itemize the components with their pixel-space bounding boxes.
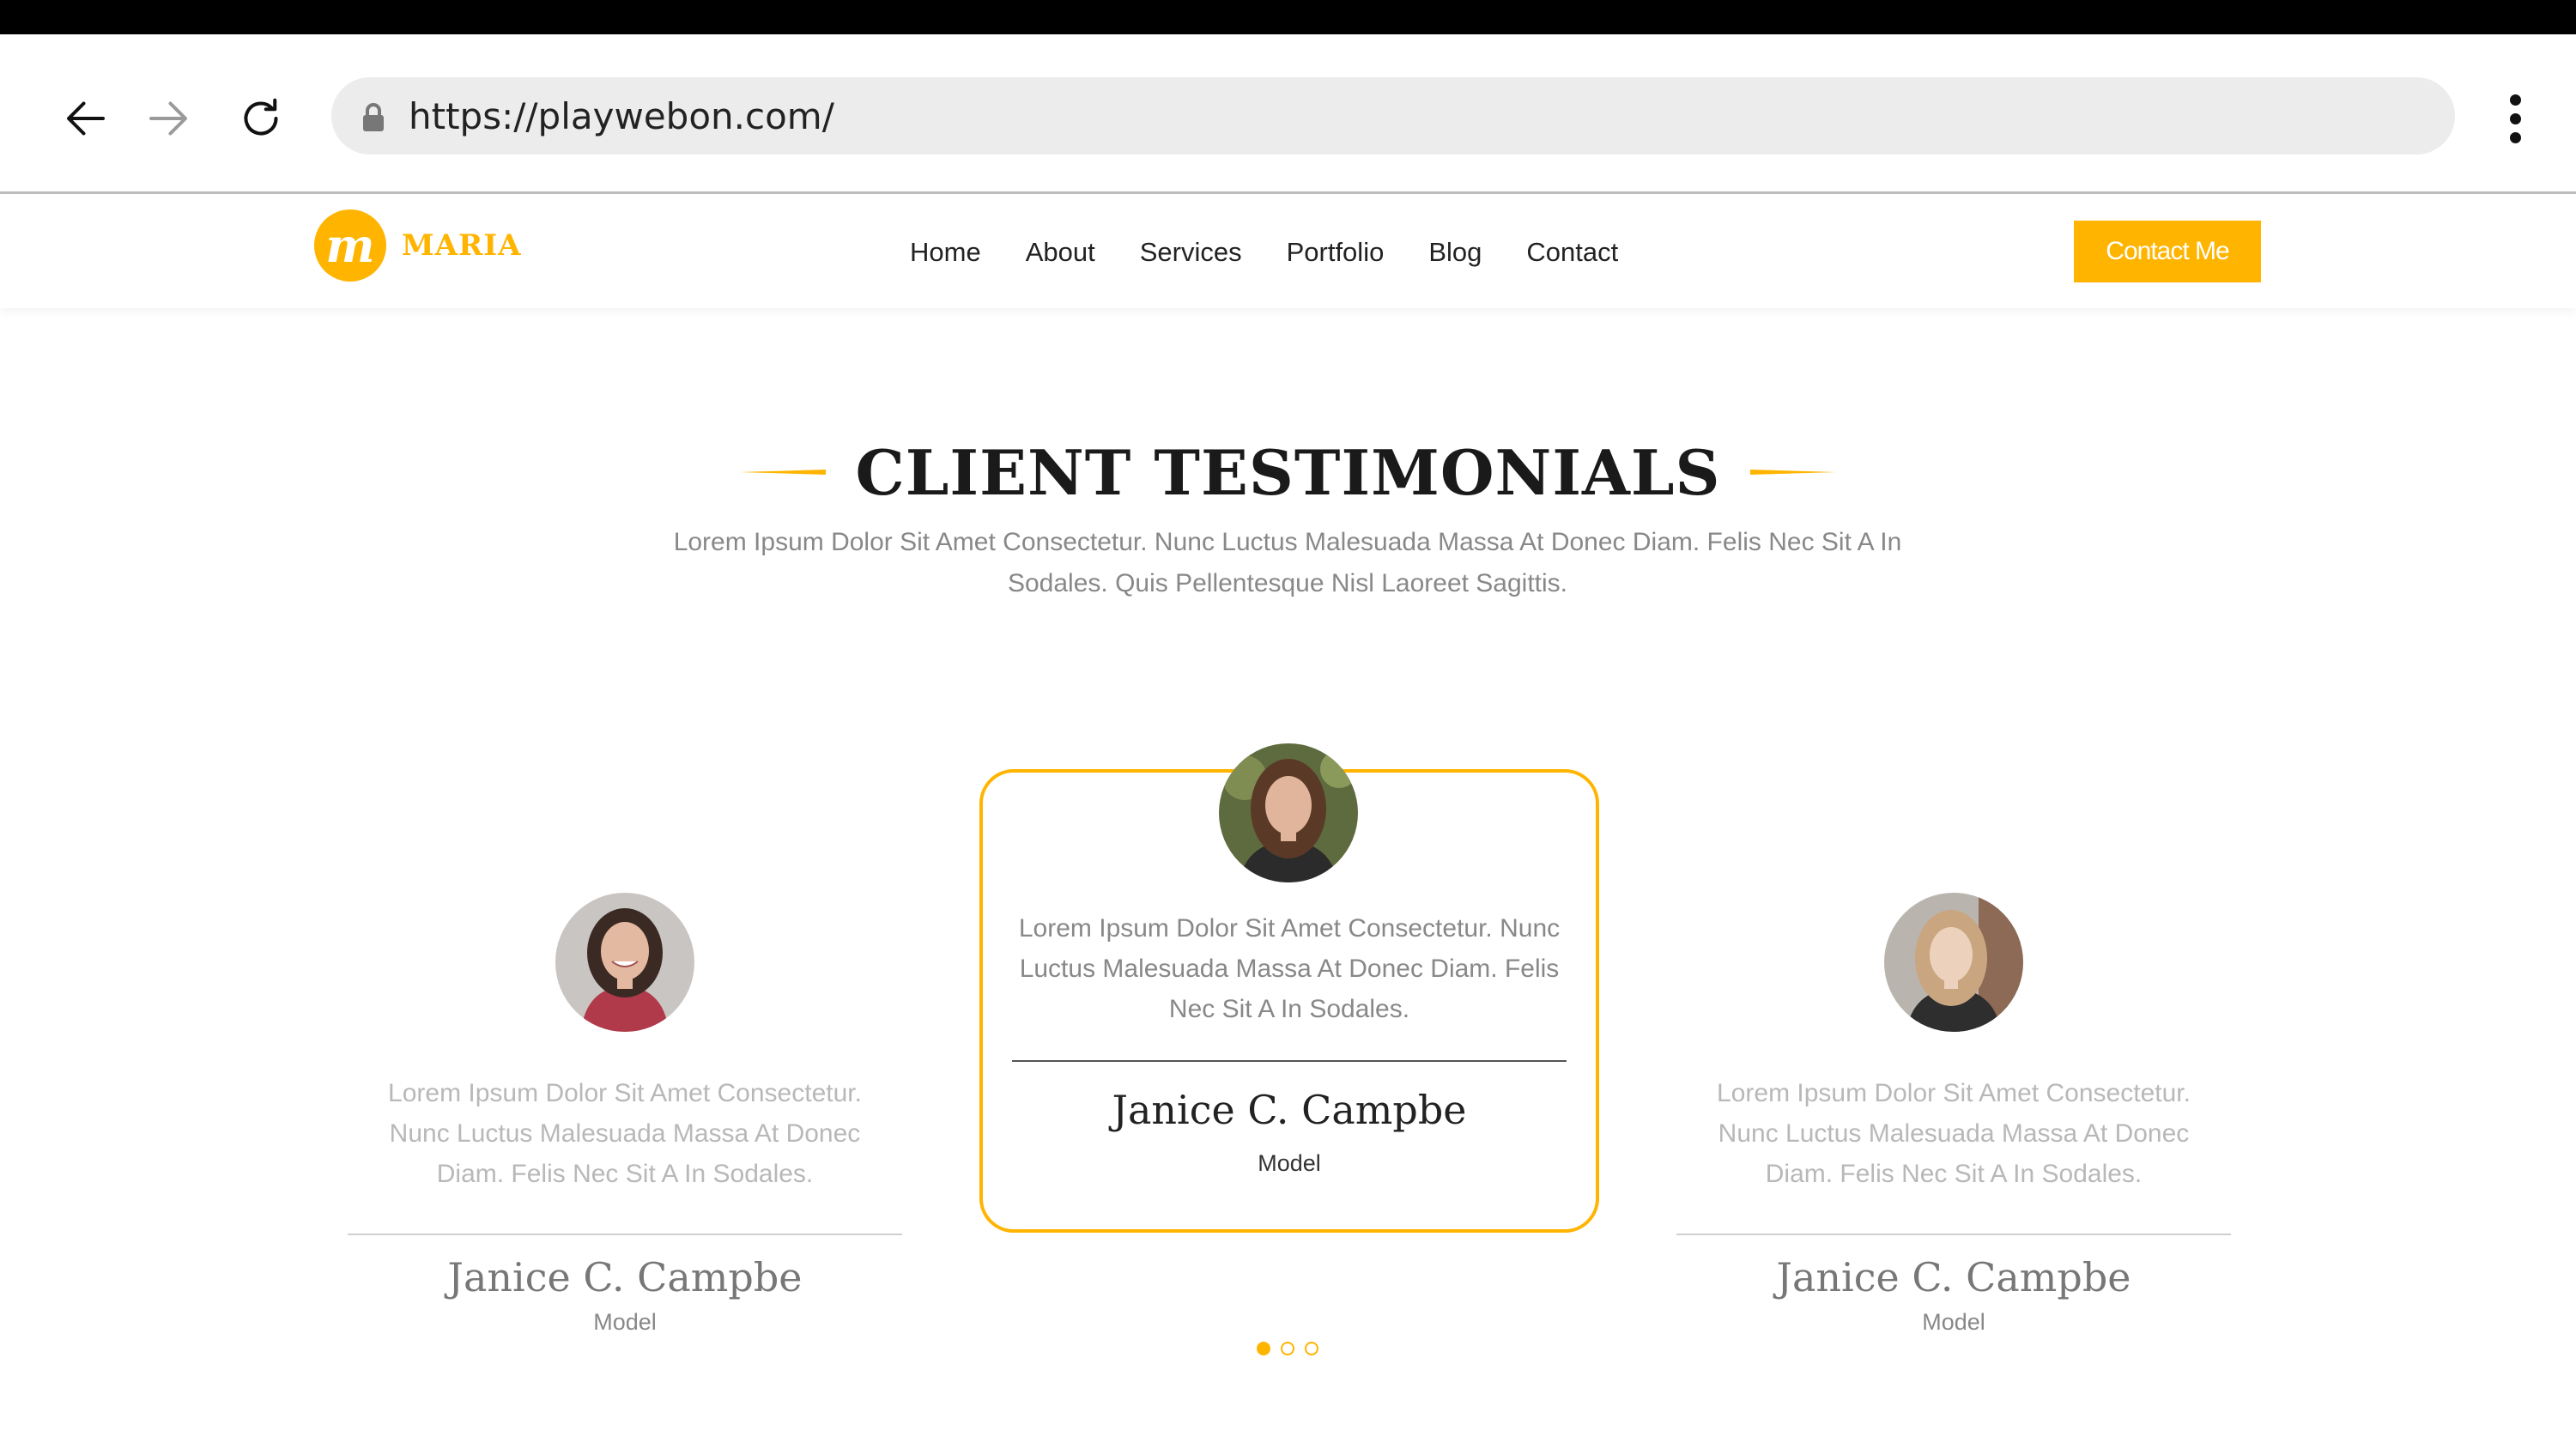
carousel-dot-3[interactable] [1305, 1342, 1318, 1355]
carousel-pagination [1257, 1342, 1318, 1355]
client-name: Janice C. Campbe [1112, 1087, 1467, 1133]
avatar [1884, 893, 2023, 1032]
avatar [1219, 743, 1358, 882]
reload-icon [244, 98, 278, 136]
back-button[interactable] [52, 84, 120, 153]
nav-blog[interactable]: Blog [1428, 237, 1482, 268]
nav-portfolio[interactable]: Portfolio [1287, 237, 1385, 268]
section-subtitle: Lorem Ipsum Dolor Sit Amet Consectetur. … [673, 528, 1902, 597]
title-accent-left [740, 470, 827, 475]
lock-icon [362, 100, 388, 132]
nav-services[interactable]: Services [1140, 237, 1242, 268]
kebab-menu-icon[interactable] [2489, 84, 2541, 153]
testimonial-quote: Lorem Ipsum Dolor Sit Amet Consectetur. … [1018, 914, 1561, 1023]
nav-contact[interactable]: Contact [1526, 237, 1618, 268]
client-role: Model [593, 1309, 657, 1335]
status-bar [0, 0, 2576, 34]
forward-arrow-icon [149, 101, 187, 136]
client-name: Janice C. Campbe [447, 1254, 803, 1300]
carousel-dot-2[interactable] [1281, 1342, 1294, 1355]
card-divider [1012, 1060, 1567, 1062]
main-nav: Home About Services Portfolio Blog Conta… [910, 197, 1663, 308]
carousel-dot-1[interactable] [1257, 1342, 1270, 1355]
url-text[interactable]: https://playwebon.com/ [409, 95, 834, 137]
card-divider [348, 1234, 902, 1235]
testimonial-quote: Lorem Ipsum Dolor Sit Amet Consectetur. … [1717, 1079, 2191, 1188]
testimonial-card-right: Lorem Ipsum Dolor Sit Amet Consectetur. … [1676, 893, 2231, 1336]
client-name: Janice C. Campbe [1776, 1254, 2131, 1300]
reload-button[interactable] [227, 84, 295, 153]
testimonial-quote: Lorem Ipsum Dolor Sit Amet Consectetur. … [388, 1079, 862, 1188]
logo-text: MARIA [402, 228, 522, 263]
card-divider [1676, 1234, 2231, 1235]
site-header: m MARIA Home About Services Portfolio Bl… [0, 197, 2576, 308]
browser-toolbar: https://playwebon.com/ [0, 34, 2576, 194]
back-arrow-icon [67, 101, 105, 136]
title-accent-right [1749, 470, 1836, 475]
client-role: Model [1258, 1150, 1321, 1176]
logo[interactable]: m MARIA [314, 209, 522, 282]
section-heading: CLIENT TESTIMONIALS [0, 433, 2576, 511]
contact-me-button[interactable]: Contact Me [2074, 221, 2261, 282]
forward-button[interactable] [134, 84, 203, 153]
avatar [555, 893, 694, 1032]
logo-mark: m [314, 209, 386, 282]
nav-about[interactable]: About [1026, 237, 1095, 268]
testimonial-card-active: Lorem Ipsum Dolor Sit Amet Consectetur. … [979, 743, 1599, 1233]
nav-home[interactable]: Home [910, 237, 981, 268]
testimonial-card-left: Lorem Ipsum Dolor Sit Amet Consectetur. … [348, 893, 902, 1336]
client-role: Model [1922, 1309, 1985, 1335]
address-bar[interactable]: https://playwebon.com/ [331, 77, 2455, 155]
section-title: CLIENT TESTIMONIALS [855, 435, 1721, 509]
